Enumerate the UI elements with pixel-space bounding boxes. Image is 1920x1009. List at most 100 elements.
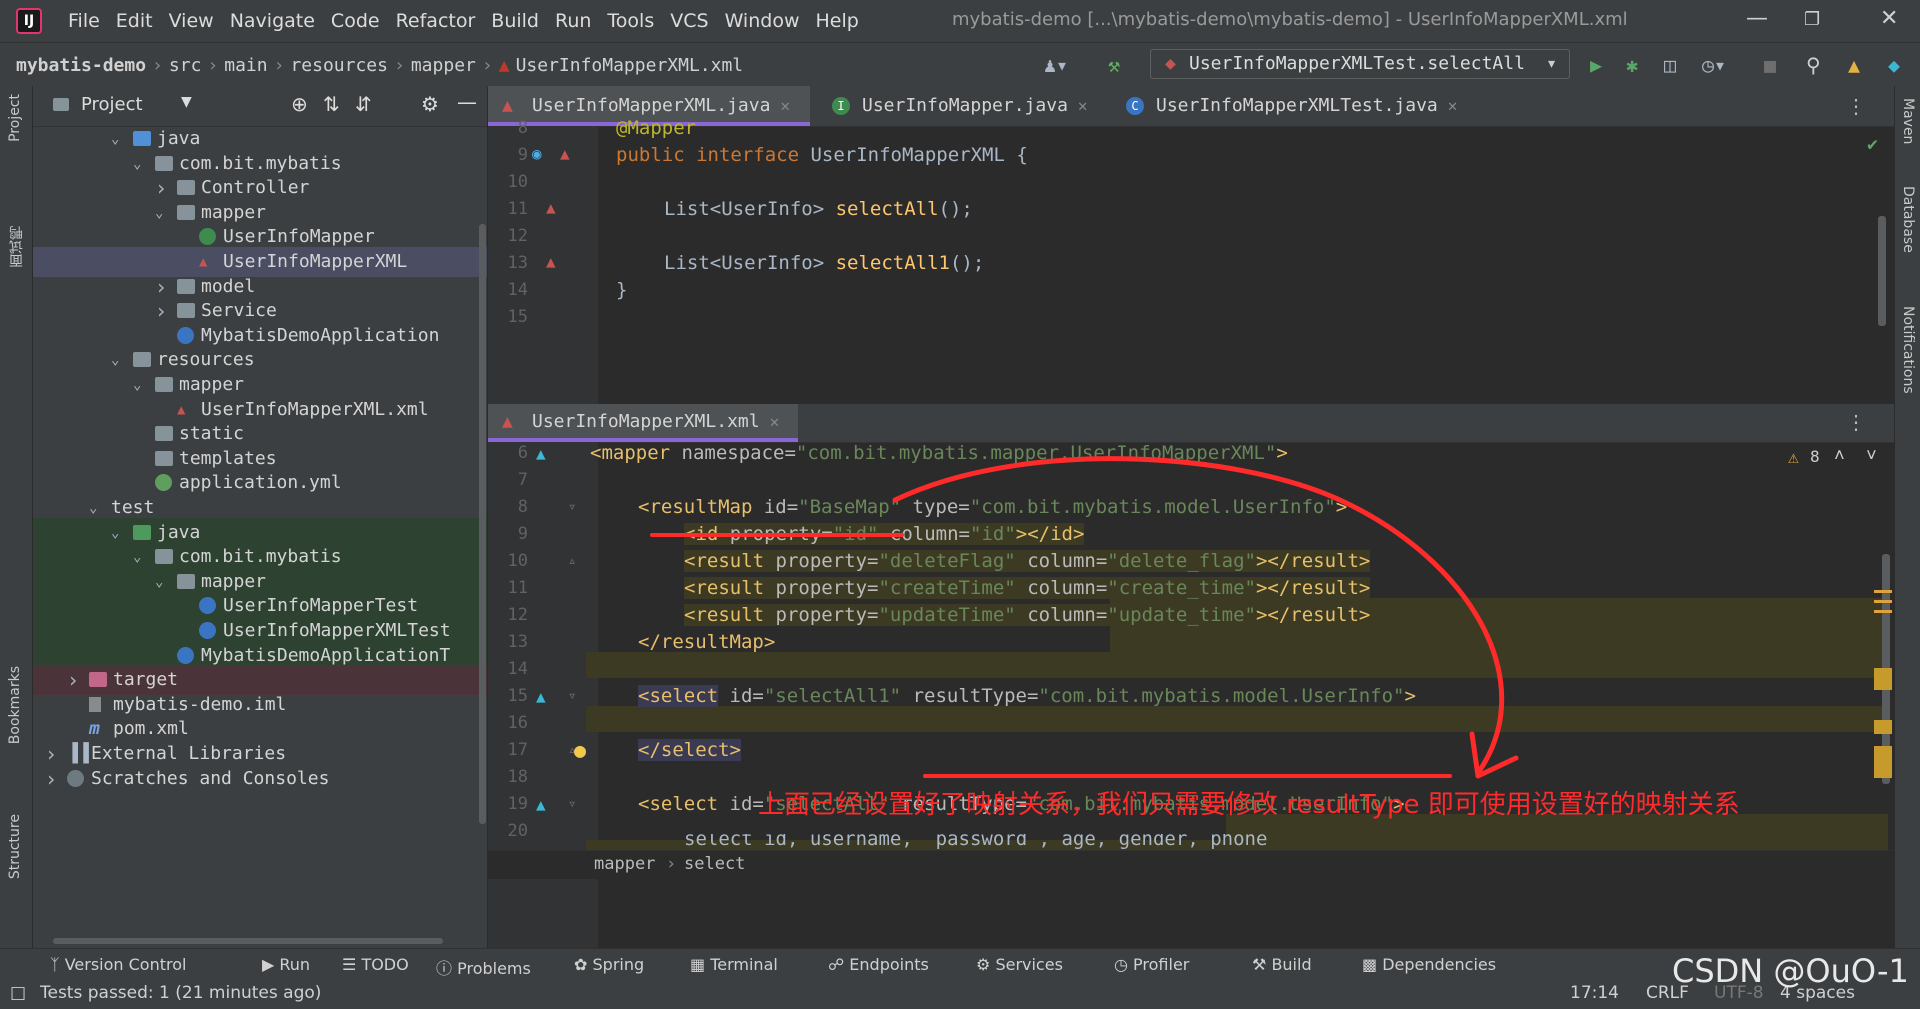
xml-line-6[interactable]: <mapper namespace="com.bit.mybatis.mappe… — [590, 442, 1288, 464]
update-icon[interactable]: ▲ — [1848, 53, 1860, 77]
xml-line-13[interactable]: </resultMap> — [638, 631, 775, 653]
fold-icon[interactable]: ▿ — [568, 796, 576, 812]
error-stripe-mark[interactable] — [1874, 746, 1892, 778]
tool-terminal[interactable]: ▦ Terminal — [690, 955, 778, 974]
collapse-all-icon[interactable]: ⇵ — [355, 92, 372, 116]
tool-version-control[interactable]: ᛉ Version Control — [50, 955, 186, 974]
mybatis-gutter-icon[interactable]: ▲ — [546, 252, 556, 271]
project-tree-item[interactable]: › Scratches and Consoles — [33, 764, 487, 794]
tool-problems[interactable]: ⓘ Problems — [436, 955, 531, 979]
mybatis-gutter-icon[interactable]: ▲ — [536, 687, 546, 706]
xml-line-8[interactable]: <resultMap id="BaseMap" type="com.bit.my… — [638, 496, 1347, 518]
error-stripe-mark[interactable] — [1874, 720, 1892, 734]
menu-navigate[interactable]: Navigate — [230, 10, 315, 32]
breadcrumb-project[interactable]: mybatis-demo — [16, 55, 146, 76]
code-line-14[interactable]: } — [616, 279, 627, 301]
profiler-icon[interactable]: ◷▾ — [1702, 53, 1726, 77]
structure-tool-button[interactable]: Structure — [7, 814, 23, 879]
tab-userinfomapper-java[interactable]: I UserInfoMapper.java ✕ — [822, 86, 1110, 126]
crumb-mapper[interactable]: mapper — [594, 854, 655, 874]
menu-code[interactable]: Code — [331, 10, 380, 32]
fold-icon[interactable]: ▵ — [568, 553, 576, 569]
close-icon[interactable]: ✕ — [780, 96, 790, 115]
warning-count[interactable]: 8 — [1810, 447, 1820, 466]
tool-run[interactable]: ▶ Run — [262, 955, 310, 974]
editor-scrollbar[interactable] — [1878, 216, 1886, 326]
xml-line-9[interactable]: <id property="id" column="id"></id> — [684, 523, 1085, 545]
mianshiya-tool-button[interactable]: 面试鸭 — [7, 226, 27, 268]
xml-line-15[interactable]: <select id="selectAll1" resultType="com.… — [638, 685, 1416, 707]
lightbulb-icon[interactable]: ● — [574, 738, 586, 762]
bookmarks-tool-button[interactable]: Bookmarks — [7, 666, 23, 744]
error-stripe-mark[interactable] — [1874, 600, 1892, 603]
menu-edit[interactable]: Edit — [116, 10, 153, 32]
chevron-down-icon[interactable]: ▼ — [181, 94, 192, 110]
locate-icon[interactable]: ⊕ — [291, 92, 308, 116]
error-stripe-mark[interactable] — [1874, 610, 1892, 613]
project-scrollbar[interactable] — [479, 224, 486, 824]
breadcrumb-file[interactable]: UserInfoMapperXML.xml — [516, 55, 744, 76]
tab-userinfomapperxmltest-java[interactable]: C UserInfoMapperXMLTest.java ✕ — [1108, 86, 1457, 126]
menu-build[interactable]: Build — [491, 10, 539, 32]
menu-help[interactable]: Help — [815, 10, 858, 32]
minimize-icon[interactable]: — — [1746, 6, 1768, 31]
status-message[interactable]: Tests passed: 1 (21 minutes ago) — [40, 983, 321, 1003]
menu-tools[interactable]: Tools — [607, 10, 654, 32]
more-tabs-icon[interactable]: ⋮ — [1846, 94, 1866, 118]
coverage-icon[interactable]: ◫ — [1664, 53, 1676, 77]
next-highlight-icon[interactable]: ˅ — [1866, 445, 1877, 467]
xml-line-20[interactable]: select id, username, `password`, age, ge… — [684, 834, 1267, 850]
mybatis-gutter-icon[interactable]: ▲ — [536, 795, 546, 814]
status-toggle-icon[interactable]: □ — [10, 983, 26, 1003]
search-icon[interactable]: ⚲ — [1806, 53, 1821, 77]
tool-spring[interactable]: ✿ Spring — [574, 955, 644, 974]
xml-line-11[interactable]: <result property="createTime" column="cr… — [684, 577, 1371, 599]
plugin-icon[interactable]: ◆ — [1888, 53, 1900, 77]
code-line-9[interactable]: public interface UserInfoMapperXML { — [616, 144, 1028, 166]
more-tabs-icon[interactable]: ⋮ — [1846, 410, 1866, 434]
fold-icon[interactable]: ▿ — [568, 499, 576, 515]
xml-line-12[interactable]: <result property="updateTime" column="up… — [684, 604, 1371, 626]
menu-file[interactable]: File — [68, 10, 100, 32]
restore-icon[interactable]: ❐ — [1804, 9, 1820, 30]
hide-panel-icon[interactable]: — — [457, 90, 477, 114]
maven-tool-button[interactable]: Maven — [1900, 98, 1916, 144]
user-icon[interactable]: ♟▾ — [1044, 53, 1068, 77]
code-line-8[interactable]: @Mapper — [616, 117, 696, 139]
warning-icon[interactable]: ⚠ — [1788, 447, 1799, 468]
run-icon[interactable]: ▶ — [1590, 53, 1602, 77]
code-line-13[interactable]: List<UserInfo> selectAll1(); — [664, 252, 984, 274]
mybatis-gutter-icon[interactable]: ▲ — [536, 444, 546, 463]
caret-position[interactable]: 17:14 — [1570, 983, 1619, 1003]
code-line-11[interactable]: List<UserInfo> selectAll(); — [664, 198, 973, 220]
error-stripe-mark[interactable] — [1874, 668, 1892, 690]
close-icon[interactable]: ✕ — [1078, 96, 1088, 115]
tool-profiler[interactable]: ◷ Profiler — [1114, 955, 1189, 974]
expand-all-icon[interactable]: ⇅ — [323, 92, 340, 116]
tool-dependencies[interactable]: ▩ Dependencies — [1362, 955, 1496, 974]
menu-run[interactable]: Run — [555, 10, 591, 32]
notifications-tool-button[interactable]: Notifications — [1900, 306, 1916, 394]
menu-vcs[interactable]: VCS — [670, 10, 708, 32]
tab-userinfomapperxml-xml[interactable]: ▲ UserInfoMapperXML.xml ✕ — [488, 404, 798, 442]
close-icon[interactable]: ✕ — [1448, 96, 1458, 115]
database-tool-button[interactable]: Database — [1900, 186, 1916, 253]
chevron-right-icon[interactable]: › — [45, 764, 57, 794]
breadcrumb-main[interactable]: main — [224, 55, 267, 76]
breadcrumb-src[interactable]: src — [169, 55, 202, 76]
error-stripe-mark[interactable] — [1874, 590, 1892, 593]
crumb-select[interactable]: select — [684, 854, 745, 874]
xml-line-17[interactable]: </select> — [638, 739, 741, 761]
project-hscrollbar[interactable] — [53, 938, 443, 944]
mybatis-gutter-icon[interactable]: ▲ — [546, 198, 556, 217]
gear-icon[interactable]: ⚙ — [421, 92, 439, 116]
debug-icon[interactable]: ✱ — [1626, 53, 1638, 77]
breadcrumb-mapper[interactable]: mapper — [411, 55, 476, 76]
project-tool-button[interactable]: Project — [7, 94, 23, 142]
tool-todo[interactable]: ☰ TODO — [342, 955, 409, 974]
implemented-gutter-icon[interactable]: ◉ — [532, 144, 542, 163]
project-panel-title[interactable]: Project — [81, 94, 143, 115]
menu-refactor[interactable]: Refactor — [396, 10, 476, 32]
menu-view[interactable]: View — [169, 10, 214, 32]
stop-icon[interactable]: ■ — [1764, 53, 1776, 77]
